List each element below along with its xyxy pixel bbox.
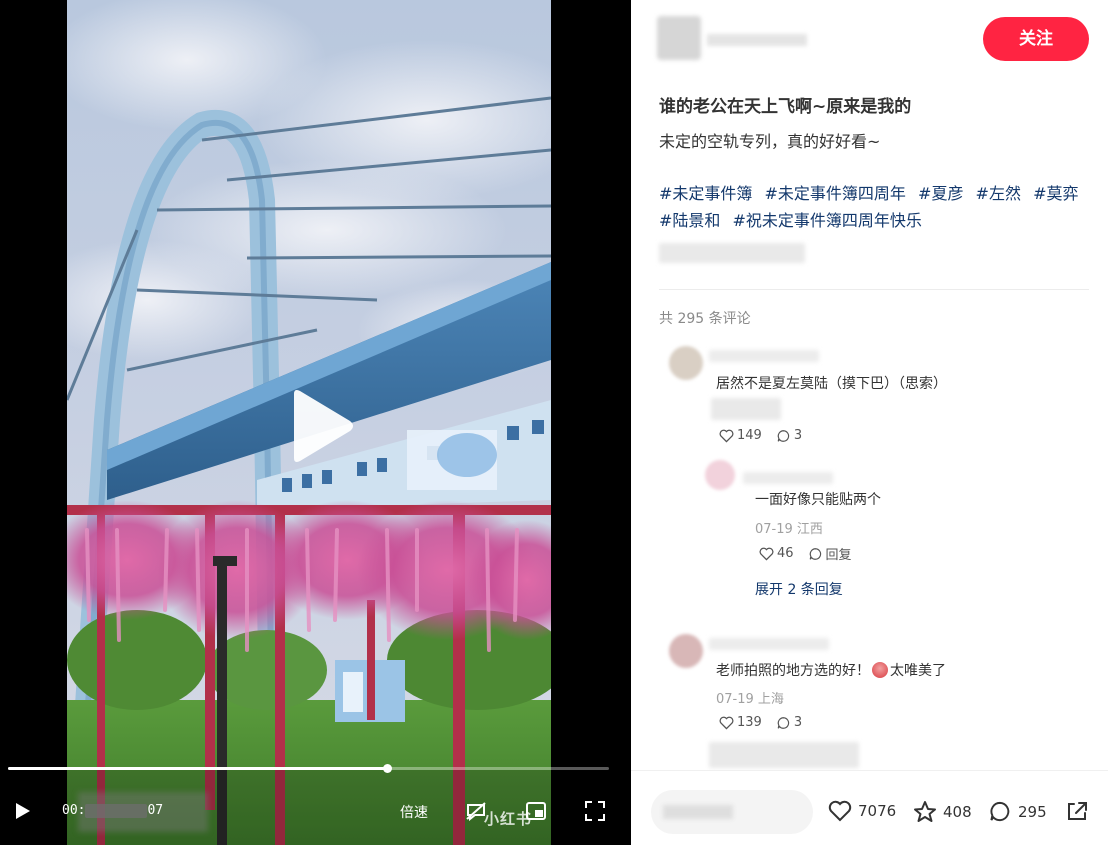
time-current: 00: <box>62 803 86 818</box>
reply-avatar[interactable] <box>705 460 735 490</box>
video-progress-bar[interactable] <box>8 764 609 773</box>
reply-text: 一面好像只能贴两个 <box>755 492 881 508</box>
reply-meta: 07-19 江西 <box>755 522 823 537</box>
comment-author[interactable] <box>709 350 819 362</box>
heart-icon <box>828 800 852 822</box>
comment-author[interactable] <box>709 638 829 650</box>
time-total: 07 <box>147 803 164 818</box>
reply-count: 3 <box>793 428 803 443</box>
time-display: 00: 07 <box>62 803 163 818</box>
collect-button[interactable]: 408 <box>913 800 972 823</box>
comment-total: 295 <box>1018 802 1047 821</box>
note-description: 未定的空轨专列，真的好好看~ <box>659 132 881 151</box>
reply-button[interactable]: 3 <box>776 428 802 443</box>
emoji-icon <box>872 662 888 678</box>
time-blur <box>85 803 148 818</box>
comment-icon <box>777 716 789 729</box>
comment-text: 老师拍照的地方选的好！ 太唯美了 <box>716 660 946 680</box>
tag-link[interactable]: #左然 <box>976 184 1021 203</box>
like-button[interactable]: 46 <box>759 546 794 561</box>
divider <box>659 289 1089 290</box>
reply-actions: 46 回复 <box>759 544 866 563</box>
fullscreen-icon[interactable] <box>584 800 606 822</box>
share-icon <box>1068 802 1087 820</box>
follow-button[interactable]: 关注 <box>983 17 1089 61</box>
next-comment-blurred <box>709 742 859 768</box>
note-panel: 关注 谁的老公在天上飞啊~原来是我的 未定的空轨专列，真的好好看~ #未定事件簿… <box>631 0 1108 845</box>
comment-input[interactable] <box>651 790 813 834</box>
tag-link[interactable]: #祝未定事件簿四周年快乐 <box>733 211 922 230</box>
play-icon[interactable] <box>280 388 356 464</box>
tag-link[interactable]: #夏彦 <box>918 184 963 203</box>
share-button[interactable] <box>1065 800 1095 822</box>
like-button[interactable]: 139 <box>719 715 762 730</box>
comment-button[interactable]: 295 <box>988 800 1047 823</box>
speed-button[interactable]: 倍速 <box>400 802 428 822</box>
comment-icon <box>777 429 789 442</box>
comment-icon <box>990 801 1010 822</box>
comment-input-placeholder <box>663 805 733 819</box>
reply-author[interactable] <box>743 472 833 484</box>
reply-count: 3 <box>793 715 803 730</box>
comment-icon <box>809 547 821 560</box>
comment-actions: 149 3 <box>719 428 816 443</box>
tag-link[interactable]: #未定事件簿四周年 <box>765 184 906 203</box>
note-title: 谁的老公在天上飞啊~原来是我的 <box>659 97 912 117</box>
star-icon <box>914 801 936 822</box>
engagement-bar: 7076 408 295 <box>631 770 1108 845</box>
like-note-button[interactable]: 7076 <box>828 800 896 822</box>
reply-button[interactable]: 回复 <box>808 544 852 563</box>
author-name[interactable] <box>707 34 807 46</box>
tag-link[interactable]: #未定事件簿 <box>659 184 752 203</box>
comment-text-part: 太唯美了 <box>890 663 946 679</box>
comment-avatar[interactable] <box>669 634 703 668</box>
expand-replies-link[interactable]: 展开 2 条回复 <box>755 579 843 599</box>
play-small-icon[interactable] <box>12 801 32 821</box>
comment-meta: 07-19 上海 <box>716 692 784 707</box>
reply-button[interactable]: 3 <box>776 715 802 730</box>
note-date-blurred <box>659 243 805 263</box>
like-total: 7076 <box>858 802 897 820</box>
comment-text-part: 老师拍照的地方选的好！ <box>716 663 870 679</box>
progress-played <box>8 767 387 770</box>
heart-icon <box>759 547 774 561</box>
comment-count: 共 295 条评论 <box>659 311 751 327</box>
tag-link[interactable]: #陆景和 <box>659 211 720 230</box>
reply-label: 回复 <box>825 548 852 563</box>
comment-avatar[interactable] <box>669 346 703 380</box>
picture-in-picture-icon[interactable] <box>525 800 547 822</box>
like-count: 46 <box>777 546 794 561</box>
like-count: 139 <box>737 715 762 730</box>
heart-icon <box>719 429 734 443</box>
progress-handle[interactable] <box>382 764 392 773</box>
like-button[interactable]: 149 <box>719 428 762 443</box>
collect-total: 408 <box>943 802 972 821</box>
video-player[interactable]: 00: 07 倍速 小红书 <box>0 0 631 845</box>
comment-text: 居然不是夏左莫陆（摸下巴）（思索） <box>716 376 947 392</box>
like-count: 149 <box>737 428 762 443</box>
heart-icon <box>719 716 734 730</box>
comment-actions: 139 3 <box>719 715 816 730</box>
tag-link[interactable]: #莫弈 <box>1033 184 1078 203</box>
author-info[interactable] <box>657 14 807 62</box>
author-avatar[interactable] <box>657 16 701 60</box>
comment-meta-blurred <box>711 398 781 420</box>
tag-list: #未定事件簿 #未定事件簿四周年 #夏彦 #左然 #莫弈 #陆景和 #祝未定事件… <box>659 180 1099 234</box>
